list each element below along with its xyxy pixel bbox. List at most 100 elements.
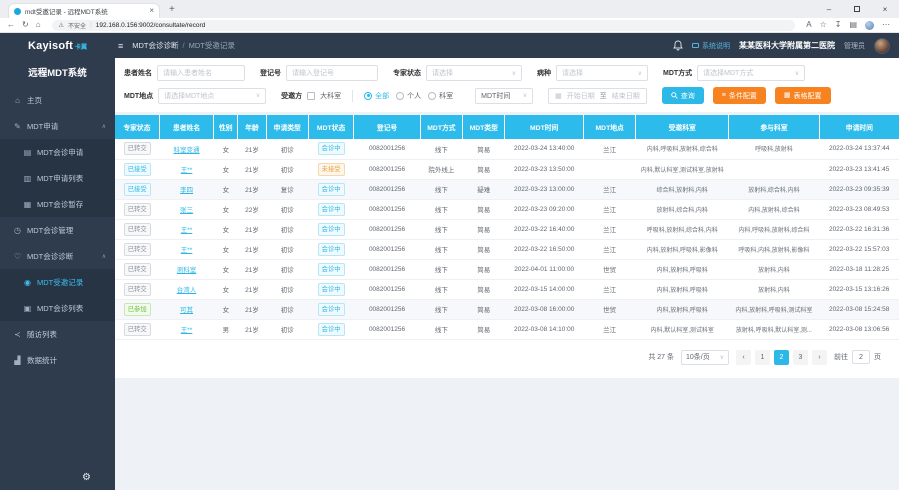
register-no-cell: 0082001256 [354,279,421,299]
back-icon[interactable]: ← [7,21,15,29]
apply-type-cell: 初诊 [266,159,308,179]
invited-party-radio[interactable]: 全部 [364,91,389,101]
gender-cell: 女 [214,239,238,259]
patient-name-link[interactable]: 测科室 [177,267,197,274]
user-avatar[interactable] [874,38,890,54]
mdt-place-select[interactable]: 请选择MDT地点 ∨ [158,88,266,104]
next-page-button[interactable]: › [812,350,827,365]
patient-name-link[interactable]: 台湾人 [177,287,197,294]
column-header[interactable]: 年龄 [238,115,266,139]
column-header[interactable]: 申请类型 [266,115,308,139]
sidebar-item[interactable]: ✎MDT申请∧ [0,113,115,139]
expert-status-select[interactable]: 请选择 ∨ [426,65,522,81]
column-header[interactable]: MDT地点 [583,115,635,139]
page-button[interactable]: 3 [793,350,808,365]
breadcrumb-section[interactable]: MDT会诊诊断 [132,40,178,51]
sidebar-item[interactable]: ▤MDT会诊申请 [0,139,115,165]
goto-page-input[interactable] [852,350,870,364]
more-menu-icon[interactable]: ⋯ [882,21,890,29]
close-button[interactable]: × [871,0,899,18]
patient-name-link[interactable]: 李四 [180,187,193,194]
table-config-button[interactable]: ▦ 表格配置 [775,87,831,104]
column-header[interactable]: MDT方式 [420,115,462,139]
big-dept-checkbox[interactable] [307,92,315,100]
mdt-status-badge-cell: 会诊中 [308,299,353,319]
invited-party-radio[interactable]: 科室 [428,91,453,101]
minimize-button[interactable]: – [815,0,843,18]
read-aloud-icon[interactable]: A [806,21,811,29]
expert-status-badge: 已转交 [124,203,151,216]
patient-name-link[interactable]: 王** [181,327,193,334]
sidebar-item[interactable]: ⌂主页 [0,87,115,113]
column-header[interactable]: 登记号 [354,115,421,139]
mdt-status-badge-cell: 未接受 [308,159,353,179]
table-config-label: 表格配置 [794,91,822,101]
sidebar-item[interactable]: ▟数据统计 [0,347,115,373]
column-header[interactable]: 患者姓名 [159,115,213,139]
sidebar-collapse-icon[interactable]: ≡ [118,41,123,51]
invited-party-radio[interactable]: 个人 [396,91,421,101]
new-tab-button[interactable]: + [169,4,175,18]
column-header[interactable]: MDT类型 [463,115,505,139]
breadcrumb-page: MDT受邀记录 [189,40,235,51]
sidebar-item[interactable]: ≺随访列表 [0,321,115,347]
column-header[interactable]: 受邀科室 [636,115,729,139]
column-header[interactable]: MDT时间 [505,115,584,139]
page-button[interactable]: 1 [755,350,770,365]
page-button[interactable]: 2 [774,350,789,365]
patient-name-cell: 可其 [159,299,213,319]
address-bar[interactable]: ⚠ 不安全 | 192.168.0.156:9002/consultate/re… [52,20,796,31]
settings-gear-icon[interactable]: ⚙ [82,472,91,483]
search-button[interactable]: 查询 [662,87,704,104]
system-help-link[interactable]: 系统说明 [692,41,730,51]
disease-label: 病种 [537,68,551,78]
favorites-star-icon[interactable]: ☆ [820,21,827,29]
tab-close-icon[interactable]: × [149,7,154,15]
patient-name-link[interactable]: 王** [181,247,193,254]
date-range-picker[interactable]: ▦ 开始日期 至 结束日期 [548,88,647,104]
maximize-button[interactable] [843,0,871,18]
sidebar-item[interactable]: ▣MDT会诊列表 [0,295,115,321]
column-header[interactable]: 性别 [214,115,238,139]
invited-depts-cell: 综合科,放射科,内科 [636,179,729,199]
browser-profile-avatar[interactable] [865,21,874,30]
mdt-status-badge-cell: 会诊中 [308,179,353,199]
disease-placeholder: 请选择 [562,68,583,78]
app-body: 远程MDT系统 ⌂主页✎MDT申请∧▤MDT会诊申请▥MDT申请列表▦MDT会诊… [0,58,899,490]
browser-home-icon[interactable]: ⌂ [36,21,41,29]
sidebar-item-label: 随访列表 [27,329,57,340]
patient-name-link[interactable]: 王** [181,167,193,174]
sidebar-item[interactable]: ◷MDT会诊管理 [0,217,115,243]
register-no-input[interactable] [286,65,378,81]
sidebar-item[interactable]: ◉MDT受邀记录 [0,269,115,295]
patient-name-link[interactable]: 张三 [180,207,193,214]
sidebar-item[interactable]: ▦MDT会诊暂存 [0,191,115,217]
column-header[interactable]: MDT状态 [308,115,353,139]
collections-icon[interactable]: ▤ [849,21,857,29]
mdt-place-cell: 兰江 [583,239,635,259]
disease-select[interactable]: 请选择 ∨ [556,65,648,81]
column-header[interactable]: 申请时间 [819,115,899,139]
browser-tab[interactable]: mdt受邀记录 - 远程MDT系统 × [8,3,160,18]
register-no-cell: 0082001256 [354,199,421,219]
time-type-select[interactable]: MDT时间 ∨ [475,88,533,104]
downloads-icon[interactable]: ↧ [835,21,842,29]
condition-config-button[interactable]: ≡ 条件配置 [713,87,766,104]
prev-page-button[interactable]: ‹ [736,350,751,365]
table-row: 已接受李四女21岁复诊会诊中0082001256线下疑难2022-03-23 1… [115,179,899,199]
column-header[interactable]: 专家状态 [115,115,159,139]
mdt-mode-select[interactable]: 请选择MDT方式 ∨ [697,65,805,81]
patient-name-link[interactable]: 可其 [180,307,193,314]
sidebar-item[interactable]: ▥MDT申请列表 [0,165,115,191]
bell-icon[interactable] [673,40,683,51]
column-header[interactable]: 参与科室 [729,115,820,139]
mdt-place-label: MDT地点 [124,91,153,101]
patient-name-link[interactable]: 王** [181,227,193,234]
page-size-select[interactable]: 10条/页 ∨ [681,350,729,365]
joined-depts-cell: 内科,放射科,呼吸科,测试科室 [729,299,820,319]
apply-time-cell: 2022-03-08 13:06:56 [819,319,899,339]
sidebar-item[interactable]: ♡MDT会诊诊断∧ [0,243,115,269]
refresh-icon[interactable]: ↻ [22,21,29,29]
patient-name-input[interactable] [157,65,245,81]
patient-name-link[interactable]: 科室变通 [174,147,200,154]
